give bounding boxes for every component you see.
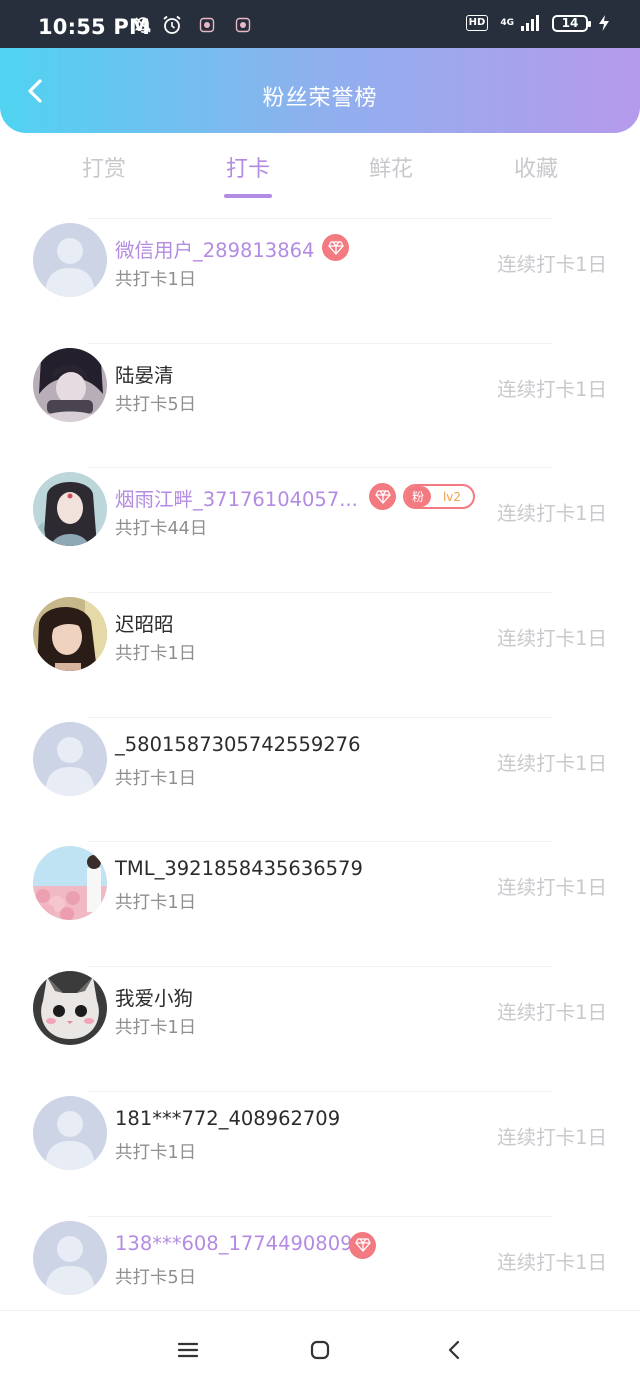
divider — [88, 716, 552, 718]
user-name: 我爱小狗 — [115, 987, 194, 1011]
tab-bar: 打赏 打卡 鲜花 收藏 — [0, 133, 640, 219]
tab-reward[interactable]: 打赏 — [54, 151, 154, 183]
diamond-badge-icon — [322, 234, 349, 261]
user-name: 陆晏清 — [115, 363, 174, 387]
list-item[interactable]: 烟雨江畔_37176104057... 粉 lv2 共打卡44日 连续打卡1日 — [0, 467, 640, 592]
user-name: TML_3921858435636579 — [115, 857, 363, 881]
page-title: 粉丝荣誉榜 — [262, 86, 378, 111]
user-name: 烟雨江畔_37176104057... — [115, 488, 358, 512]
avatar[interactable] — [33, 347, 107, 422]
list-item[interactable]: 迟昭昭 共打卡1日 连续打卡1日 — [0, 592, 640, 717]
tab-favorites[interactable]: 收藏 — [486, 151, 586, 183]
system-nav-bar — [0, 1310, 640, 1387]
user-name: 138***608_1774490809 — [115, 1231, 353, 1255]
avatar[interactable] — [33, 223, 107, 297]
streak-label: 连续打卡1日 — [497, 253, 607, 276]
status-icons-right: HD 4G 14 — [465, 14, 610, 32]
menu-icon — [177, 1342, 199, 1358]
avatar[interactable] — [33, 597, 107, 672]
photo-avatar — [33, 846, 107, 921]
divider — [88, 342, 552, 344]
streak-label: 连续打卡1日 — [497, 876, 607, 900]
total-checkin: 共打卡1日 — [115, 893, 197, 914]
back-icon — [448, 1340, 460, 1360]
total-checkin: 共打卡5日 — [115, 1267, 197, 1288]
fan-level-badge: 粉 lv2 — [403, 484, 475, 510]
diamond-badge-icon — [349, 1231, 376, 1259]
user-name: _5801587305742559276 — [115, 732, 361, 756]
default-avatar-icon — [33, 1095, 107, 1170]
total-checkin: 共打卡44日 — [115, 519, 208, 540]
list-item[interactable]: _5801587305742559276 共打卡1日 连续打卡1日 — [0, 716, 640, 842]
battery-level: 14 — [561, 16, 579, 30]
alarm-icon — [163, 15, 181, 34]
streak-label: 连续打卡1日 — [497, 502, 607, 526]
tab-checkin[interactable]: 打卡 — [198, 151, 298, 183]
streak-label: 连续打卡1日 — [497, 377, 607, 401]
app-notification-icon — [199, 17, 215, 33]
user-name: 181***772_408962709 — [115, 1106, 341, 1130]
total-checkin: 共打卡1日 — [115, 270, 197, 290]
divider — [88, 592, 552, 594]
list-item[interactable]: 微信用户_289813864 共打卡1日 连续打卡1日 — [0, 218, 640, 343]
default-avatar-icon — [33, 721, 107, 796]
streak-label: 连续打卡1日 — [497, 1001, 607, 1025]
avatar[interactable] — [33, 971, 107, 1046]
streak-label: 连续打卡1日 — [497, 1125, 607, 1149]
photo-avatar — [33, 597, 107, 672]
divider — [88, 218, 552, 219]
list-item[interactable]: 我爱小狗 共打卡1日 连续打卡1日 — [0, 966, 640, 1091]
battery-indicator: 14 — [552, 14, 591, 32]
divider — [88, 966, 552, 968]
photo-avatar — [33, 971, 107, 1046]
total-checkin: 共打卡1日 — [115, 768, 197, 789]
fan-badge-level: lv2 — [442, 489, 462, 504]
page: 10:55 PM HD 4G 14 粉丝荣誉榜 打赏 打卡 鲜花 收藏 微信用户… — [0, 0, 640, 1387]
back-nav-button[interactable] — [441, 1337, 467, 1363]
tab-active-indicator — [224, 194, 272, 198]
divider — [88, 841, 552, 843]
avatar[interactable] — [33, 1220, 107, 1295]
total-checkin: 共打卡1日 — [115, 1142, 197, 1163]
avatar[interactable] — [33, 721, 107, 796]
home-button[interactable] — [307, 1337, 333, 1363]
total-checkin: 共打卡5日 — [115, 394, 197, 415]
diamond-badge-icon — [369, 483, 396, 511]
divider — [88, 1090, 552, 1092]
streak-label: 连续打卡1日 — [497, 627, 607, 651]
default-avatar-icon — [33, 1220, 107, 1295]
photo-avatar — [33, 347, 107, 422]
ranking-list: 微信用户_289813864 共打卡1日 连续打卡1日 陆晏清 共打卡5日 连续… — [0, 218, 640, 1340]
total-checkin: 共打卡1日 — [115, 1018, 197, 1039]
fan-badge-label: 粉 — [405, 486, 431, 508]
tab-flowers[interactable]: 鲜花 — [341, 151, 441, 183]
bell-off-icon — [134, 17, 152, 33]
status-bar: 10:55 PM HD 4G 14 — [0, 0, 640, 48]
photo-avatar — [33, 472, 107, 547]
hd-badge: HD — [465, 15, 489, 31]
divider — [88, 467, 552, 469]
status-icons-left — [133, 14, 251, 36]
user-name: 微信用户_289813864 — [115, 239, 315, 262]
app-notification-icon — [235, 17, 251, 33]
streak-label: 连续打卡1日 — [497, 1250, 607, 1274]
network-type: 4G — [500, 18, 514, 28]
charging-icon — [599, 15, 609, 31]
total-checkin: 共打卡1日 — [115, 644, 197, 665]
home-icon — [310, 1340, 330, 1360]
signal-icon — [521, 15, 539, 31]
default-avatar-icon — [33, 223, 107, 297]
list-item[interactable]: 陆晏清 共打卡5日 连续打卡1日 — [0, 342, 640, 468]
avatar[interactable] — [33, 472, 107, 547]
user-name: 迟昭昭 — [115, 613, 174, 637]
divider — [88, 1215, 552, 1217]
streak-label: 连续打卡1日 — [497, 751, 607, 775]
list-item[interactable]: 181***772_408962709 共打卡1日 连续打卡1日 — [0, 1090, 640, 1216]
avatar[interactable] — [33, 846, 107, 921]
menu-button[interactable] — [175, 1337, 201, 1363]
list-item[interactable]: TML_3921858435636579 共打卡1日 连续打卡1日 — [0, 841, 640, 966]
avatar[interactable] — [33, 1095, 107, 1170]
header-bar: 粉丝荣誉榜 — [0, 48, 640, 133]
